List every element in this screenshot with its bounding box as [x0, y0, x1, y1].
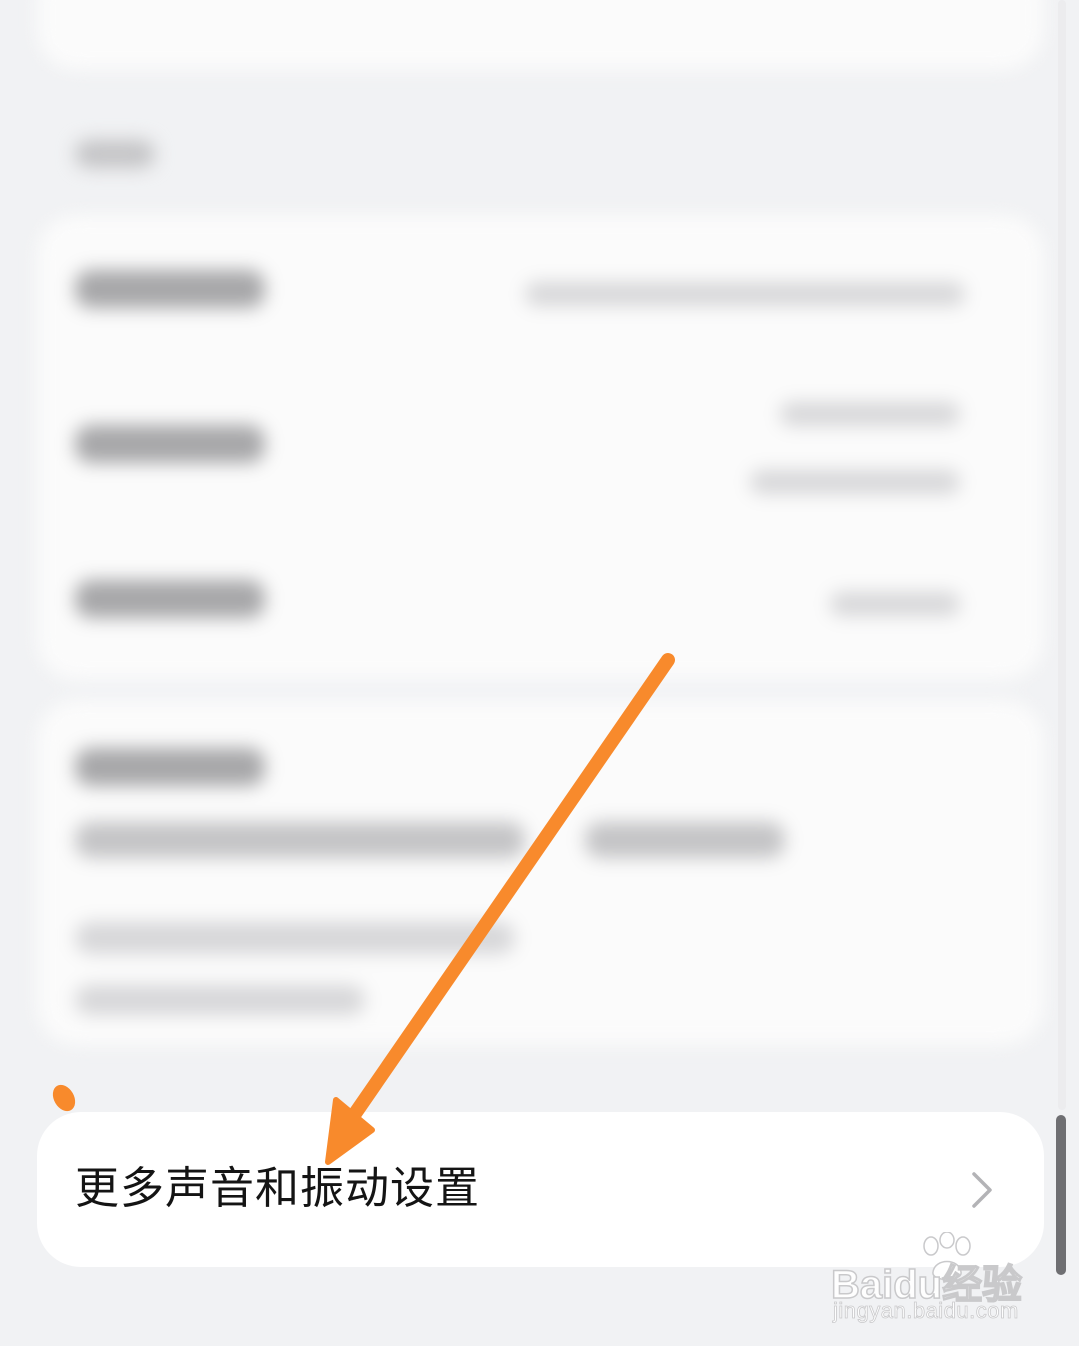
blurred-row-value [750, 470, 960, 494]
blurred-row-value [525, 282, 965, 306]
watermark: Baidu经验 jingyan.baidu.com [825, 1232, 1035, 1327]
blurred-card-options [37, 700, 1044, 1045]
scrollbar-thumb[interactable] [1056, 1115, 1066, 1275]
blurred-row-title [75, 580, 265, 618]
blurred-row-desc [75, 922, 515, 954]
blurred-section-header [75, 140, 155, 168]
blurred-row-value [780, 402, 960, 426]
annotation-dot [48, 1080, 80, 1116]
blurred-row-title [75, 748, 265, 786]
blurred-row-value [830, 592, 960, 616]
blurred-row-desc [75, 822, 525, 858]
chevron-right-icon [972, 1172, 992, 1208]
blurred-card-top [37, 0, 1044, 70]
blurred-card-list [37, 215, 1044, 680]
blurred-row-title [75, 425, 265, 463]
blurred-row-desc [585, 822, 785, 858]
blurred-row-desc [75, 985, 365, 1015]
scroll-track [1058, 0, 1066, 1110]
more-sound-vibration-label: 更多声音和振动设置 [75, 1163, 480, 1214]
watermark-url: jingyan.baidu.com [833, 1298, 1019, 1324]
blurred-row-title [75, 270, 265, 308]
